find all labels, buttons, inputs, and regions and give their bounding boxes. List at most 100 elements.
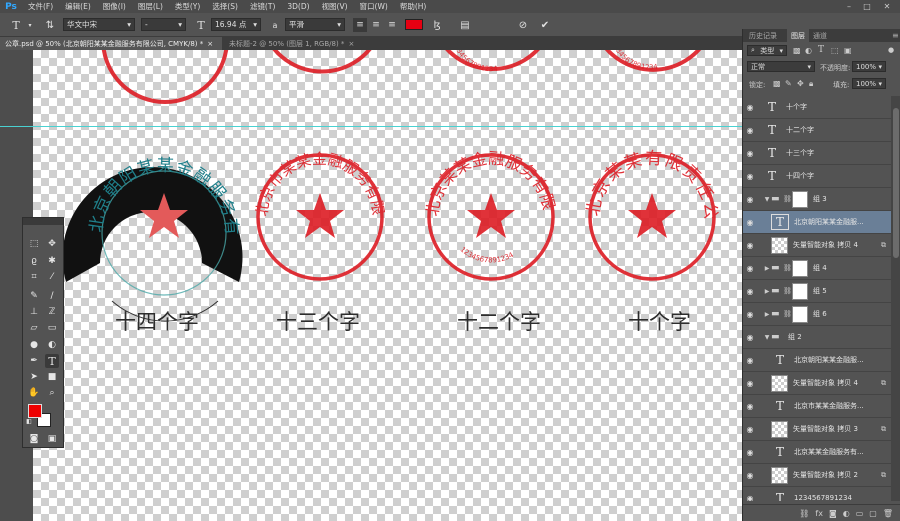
layer-row[interactable]: ◉ ▶ ▬ ⛓ 组 5 xyxy=(743,280,891,303)
menu-view[interactable]: 视图(V) xyxy=(316,1,354,12)
layer-row[interactable]: ◉ 矢量智能对象 拷贝 2 ⧉ xyxy=(743,464,891,487)
link-icon[interactable]: ⛓ xyxy=(783,287,792,295)
eye-icon[interactable]: ◉ xyxy=(743,310,757,319)
pen-tool-icon[interactable]: ✒ xyxy=(27,354,41,368)
layer-name[interactable]: 矢量智能对象 拷贝 2 xyxy=(793,470,881,480)
mask-thumbnail[interactable] xyxy=(792,305,808,323)
lock-transparent-icon[interactable]: ▩ xyxy=(773,79,781,88)
smart-object-thumbnail[interactable] xyxy=(771,466,788,484)
eye-icon[interactable]: ◉ xyxy=(743,402,757,411)
rectangle-tool-icon[interactable]: ■ xyxy=(45,370,59,384)
commit-checkmark-icon[interactable]: ✔ xyxy=(538,18,552,32)
marquee-tool-icon[interactable]: ⬚ xyxy=(27,237,41,251)
collapse-arrow-icon[interactable]: ▼ xyxy=(763,196,771,203)
new-layer-icon[interactable]: ▢ xyxy=(869,509,877,518)
layer-row[interactable]: ◉ T 1234567891234 xyxy=(743,487,891,501)
align-left-icon[interactable]: ≡ xyxy=(353,18,367,32)
text-layer-icon[interactable]: T xyxy=(763,99,781,115)
minimize-icon[interactable]: – xyxy=(842,0,856,13)
layer-row[interactable]: ◉ T 北京朝阳某某金融服... xyxy=(743,211,891,234)
layer-name[interactable]: 十二个字 xyxy=(786,125,891,135)
menu-help[interactable]: 帮助(H) xyxy=(394,1,433,12)
smart-object-thumbnail[interactable] xyxy=(771,236,788,254)
font-size-select[interactable]: 16.94 点 ▾ xyxy=(211,18,261,31)
expand-arrow-icon[interactable]: ▶ xyxy=(763,265,771,272)
tools-panel-header[interactable] xyxy=(23,218,63,225)
quick-mask-icon[interactable]: ◙ xyxy=(27,432,41,446)
adjustment-layer-icon[interactable]: ◐ xyxy=(843,509,850,518)
foreground-color-swatch[interactable] xyxy=(28,404,42,418)
layer-name[interactable]: 组 6 xyxy=(813,309,891,319)
opacity-input[interactable]: 100% ▾ xyxy=(852,61,886,72)
menu-file[interactable]: 文件(F) xyxy=(22,1,59,12)
fill-input[interactable]: 100% ▾ xyxy=(852,78,886,89)
layer-row[interactable]: ◉ T 十四个字 xyxy=(743,165,891,188)
panel-menu-icon[interactable]: ≡ xyxy=(888,29,900,42)
layer-row[interactable]: ◉ 矢量智能对象 拷贝 4 ⧉ xyxy=(743,372,891,395)
character-panel-icon[interactable]: ▤ xyxy=(458,18,472,32)
antialias-select[interactable]: 平滑 ▾ xyxy=(285,18,345,31)
align-center-icon[interactable]: ≡ xyxy=(369,18,383,32)
text-color-swatch[interactable] xyxy=(405,19,423,30)
text-layer-icon[interactable]: T xyxy=(771,214,789,230)
filter-shape-icon[interactable]: ⬚ xyxy=(831,46,839,55)
new-group-icon[interactable]: ▭ xyxy=(856,509,864,518)
eye-icon[interactable]: ◉ xyxy=(743,425,757,434)
eyedropper-icon[interactable]: ⁄ xyxy=(45,270,59,284)
layer-row[interactable]: ◉ ▼ ▬ 组 2 xyxy=(743,326,891,349)
eye-icon[interactable]: ◉ xyxy=(743,494,757,502)
layer-row[interactable]: ◉ T 十二个字 xyxy=(743,119,891,142)
mask-thumbnail[interactable] xyxy=(792,190,808,208)
layer-list-scrollbar[interactable] xyxy=(891,96,900,501)
layer-row[interactable]: ◉ T 十个字 xyxy=(743,96,891,119)
type-tool-icon[interactable]: T xyxy=(45,354,59,368)
lasso-tool-icon[interactable]: ϱ xyxy=(27,254,41,268)
tab-history[interactable]: 历史记录 xyxy=(745,29,781,42)
menu-window[interactable]: 窗口(W) xyxy=(354,1,394,12)
layer-name[interactable]: 组 4 xyxy=(813,263,891,273)
layer-name[interactable]: 组 3 xyxy=(813,194,891,204)
eye-icon[interactable]: ◉ xyxy=(743,287,757,296)
text-layer-icon[interactable]: T xyxy=(771,490,789,501)
canvas-area[interactable]: 1234567891234 1234567891234 北京朝阳某某金融服务有限… xyxy=(0,50,742,521)
menu-3d[interactable]: 3D(D) xyxy=(281,2,315,11)
blur-tool-icon[interactable]: ● xyxy=(27,338,41,352)
text-layer-icon[interactable]: T xyxy=(763,168,781,184)
layer-name[interactable]: 1234567891234 xyxy=(794,494,891,501)
hand-tool-icon[interactable]: ✋ xyxy=(27,386,41,400)
default-colors-icon[interactable]: ◧ xyxy=(25,417,33,425)
eye-icon[interactable]: ◉ xyxy=(743,149,757,158)
menu-filter[interactable]: 滤镜(T) xyxy=(244,1,281,12)
layer-style-icon[interactable]: fx xyxy=(815,509,823,518)
text-layer-icon[interactable]: T xyxy=(771,444,789,460)
eye-icon[interactable]: ◉ xyxy=(743,218,757,227)
menu-edit[interactable]: 编辑(E) xyxy=(59,1,97,12)
link-layers-icon[interactable]: ⛓ xyxy=(799,509,809,518)
warp-text-icon[interactable]: ɮ xyxy=(430,18,444,32)
eraser-tool-icon[interactable]: ▱ xyxy=(27,321,41,335)
type-tool-preset-icon[interactable]: T xyxy=(8,18,24,32)
toggle-orientation-icon[interactable]: ⇅ xyxy=(42,18,58,32)
layer-name[interactable]: 北京朝阳某某金融服... xyxy=(794,355,891,365)
guide-line[interactable] xyxy=(0,126,742,127)
layer-row[interactable]: ◉ ▶ ▬ ⛓ 组 4 xyxy=(743,257,891,280)
layer-name[interactable]: 北京市某某金融服务... xyxy=(794,401,891,411)
layer-name[interactable]: 北京某某金融服务有... xyxy=(794,447,891,457)
tab-channels[interactable]: 通道 xyxy=(809,29,831,42)
layer-name[interactable]: 矢量智能对象 拷贝 4 xyxy=(793,240,881,250)
text-layer-icon[interactable]: T xyxy=(763,145,781,161)
eye-icon[interactable]: ◉ xyxy=(743,333,757,342)
lock-image-icon[interactable]: ✎ xyxy=(785,79,792,88)
eye-icon[interactable]: ◉ xyxy=(743,356,757,365)
menu-layer[interactable]: 图层(L) xyxy=(132,1,169,12)
tab-document-1[interactable]: 公章.psd @ 50% (北京朝阳某某金融服务有限公司, CMYK/8) * … xyxy=(0,37,222,50)
dodge-tool-icon[interactable]: ◐ xyxy=(45,338,59,352)
text-layer-icon[interactable]: T xyxy=(771,398,789,414)
eye-icon[interactable]: ◉ xyxy=(743,471,757,480)
layer-name[interactable]: 矢量智能对象 拷贝 4 xyxy=(793,378,881,388)
history-brush-icon[interactable]: ℤ xyxy=(45,305,59,319)
clone-stamp-icon[interactable]: ⊥ xyxy=(27,305,41,319)
layer-name[interactable]: 组 2 xyxy=(788,332,891,342)
eye-icon[interactable]: ◉ xyxy=(743,126,757,135)
layer-name[interactable]: 十个字 xyxy=(786,102,891,112)
